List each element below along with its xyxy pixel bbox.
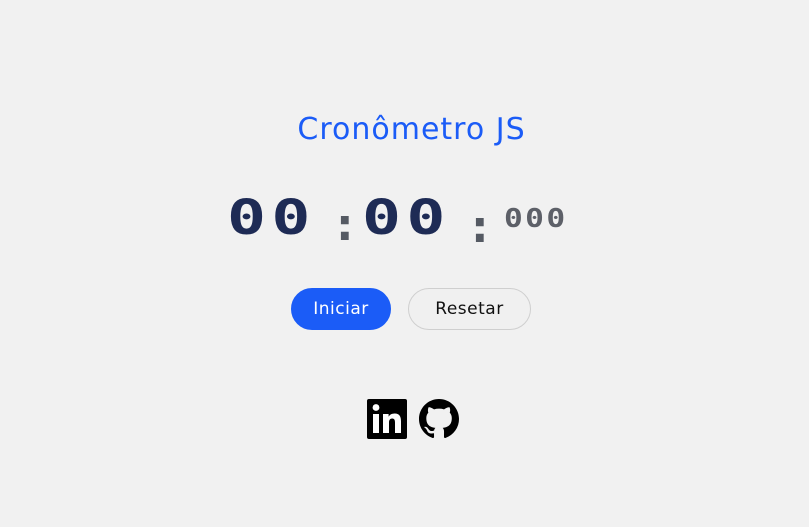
timer-display: 00 : 00 : 000 — [0, 192, 809, 262]
linkedin-icon — [367, 399, 407, 439]
page: Cronômetro JS 00 : 00 : 000 Iniciar Rese… — [0, 0, 809, 527]
linkedin-link[interactable] — [367, 399, 407, 439]
separator: : — [336, 200, 354, 251]
social-links — [0, 399, 809, 439]
start-button[interactable]: Iniciar — [291, 288, 391, 330]
github-link[interactable] — [419, 399, 459, 439]
minutes-display: 00 — [227, 190, 316, 246]
milliseconds-display: 000 — [504, 204, 568, 234]
separator: : — [471, 202, 489, 253]
github-icon — [419, 399, 459, 439]
page-title: Cronômetro JS — [297, 112, 526, 147]
seconds-display: 00 — [362, 190, 451, 246]
reset-button[interactable]: Resetar — [408, 288, 531, 330]
controls: Iniciar Resetar — [0, 288, 809, 332]
